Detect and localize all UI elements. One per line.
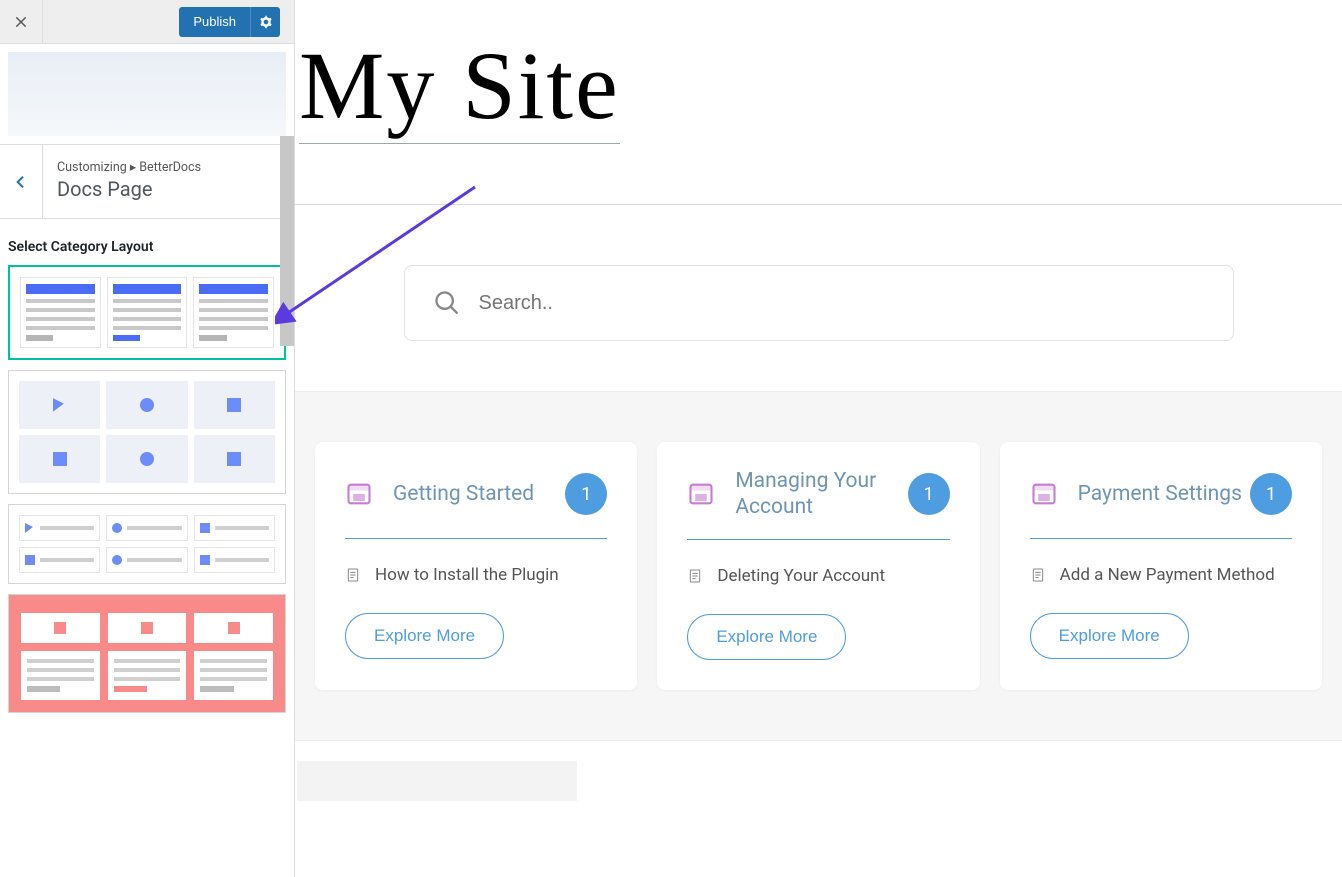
category-icon xyxy=(1030,480,1058,508)
category-title: Getting Started xyxy=(393,481,534,507)
category-card: Getting Started 1 How to Install the Plu… xyxy=(315,442,637,690)
close-icon xyxy=(14,15,28,29)
site-title: My Site xyxy=(299,30,620,144)
customizer-panel: Publish Customizing ▸ BetterDocs Docs Pa… xyxy=(0,0,295,877)
search-icon xyxy=(433,289,461,317)
explore-button[interactable]: Explore More xyxy=(1030,613,1189,659)
doc-item[interactable]: Deleting Your Account xyxy=(687,566,949,586)
layout-option-4[interactable] xyxy=(8,594,286,713)
gear-icon xyxy=(259,15,273,29)
customizer-topbar: Publish xyxy=(0,0,294,44)
layout-option-3[interactable] xyxy=(8,504,286,584)
preview-area: My Site Getting Started 1 How to Install… xyxy=(295,0,1342,877)
footer-placeholder xyxy=(297,761,577,801)
document-icon xyxy=(687,568,703,584)
section-title: Docs Page xyxy=(57,177,280,201)
breadcrumb: Customizing ▸ BetterDocs xyxy=(57,159,280,175)
explore-button[interactable]: Explore More xyxy=(345,613,504,659)
control-label: Select Category Layout xyxy=(8,239,286,255)
search-box[interactable] xyxy=(404,265,1234,341)
category-card: Payment Settings 1 Add a New Payment Met… xyxy=(1000,442,1322,690)
category-icon xyxy=(687,480,715,508)
section-header: Customizing ▸ BetterDocs Docs Page xyxy=(0,144,294,219)
explore-button[interactable]: Explore More xyxy=(687,614,846,660)
publish-settings-button[interactable] xyxy=(250,7,280,37)
doc-item[interactable]: Add a New Payment Method xyxy=(1030,565,1292,585)
category-title: Managing Your Account xyxy=(735,468,907,521)
back-button[interactable] xyxy=(0,145,43,218)
category-card: Managing Your Account 1 Deleting Your Ac… xyxy=(657,442,979,690)
document-icon xyxy=(345,567,361,583)
controls-body: Select Category Layout xyxy=(0,219,294,877)
count-badge: 1 xyxy=(1250,473,1292,515)
layout-option-1[interactable] xyxy=(8,265,286,360)
chevron-left-icon xyxy=(13,174,29,190)
category-icon xyxy=(345,480,373,508)
count-badge: 1 xyxy=(908,473,950,515)
search-input[interactable] xyxy=(479,292,1205,315)
layout-option-2[interactable] xyxy=(8,370,286,494)
count-badge: 1 xyxy=(565,473,607,515)
document-icon xyxy=(1030,567,1046,583)
close-button[interactable] xyxy=(0,0,43,43)
category-title: Payment Settings xyxy=(1078,481,1242,507)
site-preview-thumbnail xyxy=(8,52,286,136)
publish-button[interactable]: Publish xyxy=(179,7,250,37)
doc-item[interactable]: How to Install the Plugin xyxy=(345,565,607,585)
scrollbar[interactable] xyxy=(280,136,294,346)
category-cards: Getting Started 1 How to Install the Plu… xyxy=(315,442,1322,690)
